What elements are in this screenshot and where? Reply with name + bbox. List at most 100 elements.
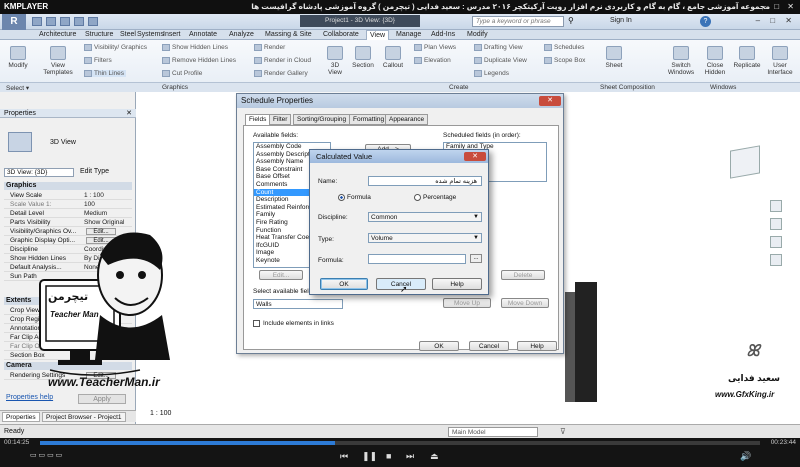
tab-massing-site[interactable]: Massing & Site	[262, 30, 315, 40]
formula-input[interactable]	[368, 254, 466, 264]
discipline-dropdown[interactable]: Common ▼	[368, 212, 482, 222]
tab-modify[interactable]: Modify	[464, 30, 491, 40]
formula-browse-button[interactable]: ...	[470, 254, 482, 263]
section-button[interactable]: Section	[350, 46, 376, 69]
scope-box-button[interactable]: Scope Box	[544, 57, 585, 64]
move-down-button[interactable]: Move Down	[501, 298, 549, 308]
schedules-button[interactable]: Schedules	[544, 44, 584, 51]
help-button[interactable]: Help	[432, 278, 482, 290]
view-templates-button[interactable]: View Templates	[40, 46, 76, 76]
close-icon[interactable]: ✕	[464, 152, 486, 161]
orbit-icon[interactable]	[770, 254, 782, 266]
tab-manage[interactable]: Manage	[393, 30, 424, 40]
undo-icon[interactable]	[60, 17, 70, 26]
thin-lines-button[interactable]: Thin Lines	[84, 70, 126, 78]
filter-icon[interactable]: ⊽	[560, 427, 566, 436]
next-icon[interactable]: ⏭	[406, 451, 414, 462]
properties-help-link[interactable]: Properties help	[6, 394, 53, 401]
application-menu-button[interactable]: R	[2, 14, 26, 30]
formula-radio[interactable]: Formula	[338, 194, 371, 201]
tab-view[interactable]: View	[366, 30, 390, 40]
prop-value[interactable]: Medium	[84, 209, 107, 218]
tab-formatting[interactable]: Formatting	[349, 114, 389, 125]
type-dropdown[interactable]: Volume ▼	[368, 233, 482, 243]
duplicate-view-button[interactable]: Duplicate View	[474, 57, 527, 64]
close-icon[interactable]: ✕	[126, 109, 132, 117]
apply-button[interactable]: Apply	[78, 394, 126, 404]
drafting-view-button[interactable]: Drafting View	[474, 44, 523, 51]
sheet-button[interactable]: Sheet	[602, 46, 626, 69]
tab-sorting-grouping[interactable]: Sorting/Grouping	[293, 114, 351, 125]
print-icon[interactable]	[88, 17, 98, 26]
select-panel-dropdown[interactable]: Select ▾	[6, 84, 29, 92]
redo-icon[interactable]	[74, 17, 84, 26]
percentage-radio[interactable]: Percentage	[414, 194, 456, 201]
zoom-icon[interactable]	[770, 218, 782, 230]
save-icon[interactable]	[46, 17, 56, 26]
show-hidden-lines-button[interactable]: Show Hidden Lines	[162, 44, 228, 51]
prop-value[interactable]: 1 : 100	[84, 191, 104, 200]
cancel-button[interactable]: Cancel	[469, 341, 509, 351]
close-hidden-button[interactable]: Close Hidden	[700, 46, 730, 76]
ok-button[interactable]: OK	[419, 341, 459, 351]
sign-in-link[interactable]: Sign In	[610, 17, 632, 24]
cut-profile-button[interactable]: Cut Profile	[162, 70, 202, 77]
instance-filter-dropdown[interactable]: 3D View: {3D}	[4, 168, 74, 177]
render-button[interactable]: Render	[254, 44, 285, 51]
search-input[interactable]: Type a keyword or phrase	[472, 16, 564, 27]
tab-properties[interactable]: Properties	[2, 412, 40, 422]
edit-type-button[interactable]: Edit Type	[80, 168, 109, 175]
wall-element[interactable]	[575, 282, 597, 402]
delete-field-button[interactable]: Delete	[501, 270, 545, 280]
3d-view-button[interactable]: 3D View	[324, 46, 346, 76]
pan-icon[interactable]	[770, 236, 782, 248]
callout-button[interactable]: Callout	[380, 46, 406, 69]
plan-views-button[interactable]: Plan Views	[414, 44, 456, 51]
legends-button[interactable]: Legends	[474, 70, 509, 77]
help-icon[interactable]: ?	[700, 16, 711, 27]
tab-appearance[interactable]: Appearance	[385, 114, 429, 125]
open-icon[interactable]	[32, 17, 42, 26]
replicate-button[interactable]: Replicate	[733, 46, 761, 69]
volume-icon[interactable]: 🔊	[740, 451, 751, 462]
tab-insert[interactable]: Insert	[160, 30, 184, 40]
previous-icon[interactable]: ⏮	[340, 451, 348, 462]
edit-field-button[interactable]: Edit...	[259, 270, 303, 280]
type-name[interactable]: 3D View	[50, 139, 76, 146]
modify-button[interactable]: Modify	[6, 46, 30, 69]
close-icon[interactable]: ✕	[539, 96, 561, 106]
binoculars-icon[interactable]: ⚲	[568, 16, 574, 25]
tab-filter[interactable]: Filter	[269, 114, 292, 125]
eject-icon[interactable]: ⏏	[430, 451, 439, 462]
tab-analyze[interactable]: Analyze	[226, 30, 257, 40]
play-pause-icon[interactable]: ❚❚	[362, 451, 377, 462]
tab-collaborate[interactable]: Collaborate	[320, 30, 362, 40]
player-window-controls[interactable]: – □ ✕	[762, 2, 797, 11]
tab-architecture[interactable]: Architecture	[36, 30, 79, 40]
tab-add-ins[interactable]: Add-Ins	[428, 30, 458, 40]
remove-hidden-lines-button[interactable]: Remove Hidden Lines	[162, 57, 236, 64]
render-gallery-button[interactable]: Render Gallery	[254, 70, 308, 77]
steering-wheel-icon[interactable]	[770, 200, 782, 212]
user-interface-button[interactable]: User Interface	[764, 46, 796, 76]
player-options-icon[interactable]: ▭ ▭ ▭ ▭	[30, 451, 62, 459]
filters-button[interactable]: Filters	[84, 57, 112, 64]
visibility-graphics-button[interactable]: Visibility/ Graphics	[84, 44, 147, 51]
category-dropdown[interactable]: Walls	[253, 299, 343, 309]
elevation-button[interactable]: Elevation	[414, 57, 451, 64]
help-button[interactable]: Help	[517, 341, 557, 351]
active-model-dropdown[interactable]: Main Model	[448, 427, 538, 437]
name-input[interactable]: هزینه تمام شده	[368, 176, 482, 186]
viewcube-icon[interactable]	[730, 145, 760, 179]
render-cloud-button[interactable]: Render in Cloud	[254, 57, 311, 64]
revit-window-controls[interactable]: – □ ✕	[756, 16, 796, 25]
tab-structure[interactable]: Structure	[82, 30, 116, 40]
ok-button[interactable]: OK	[320, 278, 368, 290]
move-up-button[interactable]: Move Up	[443, 298, 491, 308]
section-graphics[interactable]: Graphics	[4, 182, 132, 190]
switch-windows-button[interactable]: Switch Windows	[666, 46, 696, 76]
view-scale-label[interactable]: 1 : 100	[150, 410, 171, 417]
stop-icon[interactable]: ■	[386, 451, 391, 461]
tab-project-browser[interactable]: Project Browser - Project1	[42, 412, 126, 422]
tab-annotate[interactable]: Annotate	[186, 30, 220, 40]
